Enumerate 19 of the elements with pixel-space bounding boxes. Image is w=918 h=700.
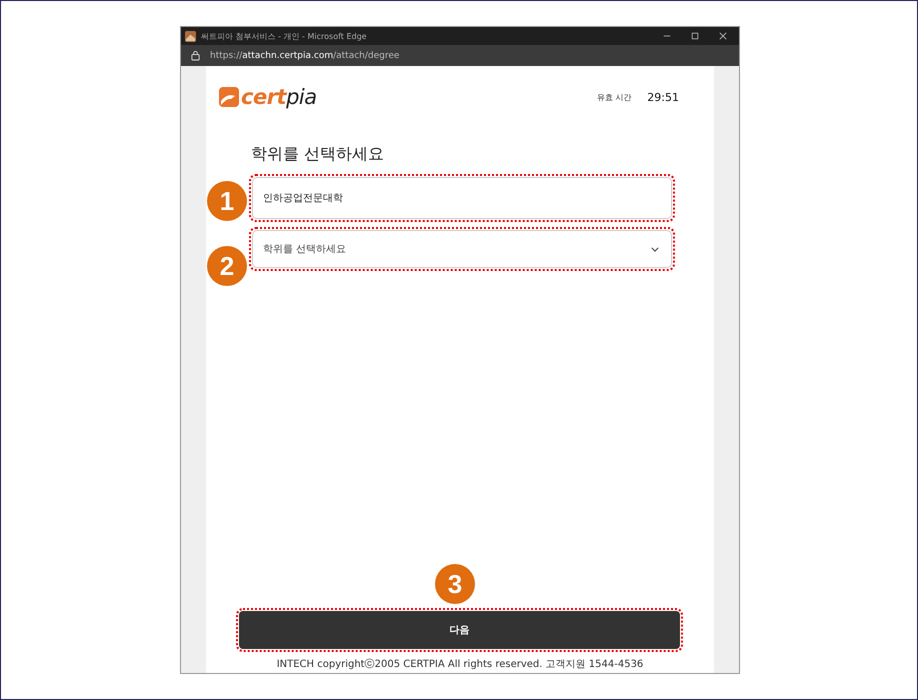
callout-badge: 2 <box>207 246 247 286</box>
close-icon[interactable] <box>719 32 727 40</box>
callout-badge: 1 <box>207 181 247 221</box>
timer-label: 유효 시간 <box>596 92 632 102</box>
window-title: 써트피아 첨부서비스 - 개인 - Microsoft Edge <box>201 30 368 42</box>
timer-value: 29:51 <box>647 90 679 104</box>
maximize-icon[interactable] <box>691 32 699 40</box>
degree-select[interactable]: 학위를 선택하세요 <box>252 230 672 268</box>
next-button[interactable]: 다음 <box>239 611 680 649</box>
footer-text: INTECH copyrightⓒ2005 CERTPIA All rights reserved. 고객지원 1544-4536 <box>276 658 644 671</box>
url-text[interactable]: https://attachn.certpia.com/attach/degree <box>210 50 400 60</box>
lock-icon <box>191 50 200 61</box>
chevron-down-icon <box>651 246 659 252</box>
browser-icon <box>185 30 196 42</box>
logo-text: certpia <box>241 85 317 109</box>
page-heading: 학위를 선택하세요 <box>251 144 386 165</box>
callout-badge: 3 <box>435 564 475 604</box>
logo-icon <box>219 87 239 107</box>
school-field[interactable]: 인하공업전문대학 <box>252 177 672 219</box>
